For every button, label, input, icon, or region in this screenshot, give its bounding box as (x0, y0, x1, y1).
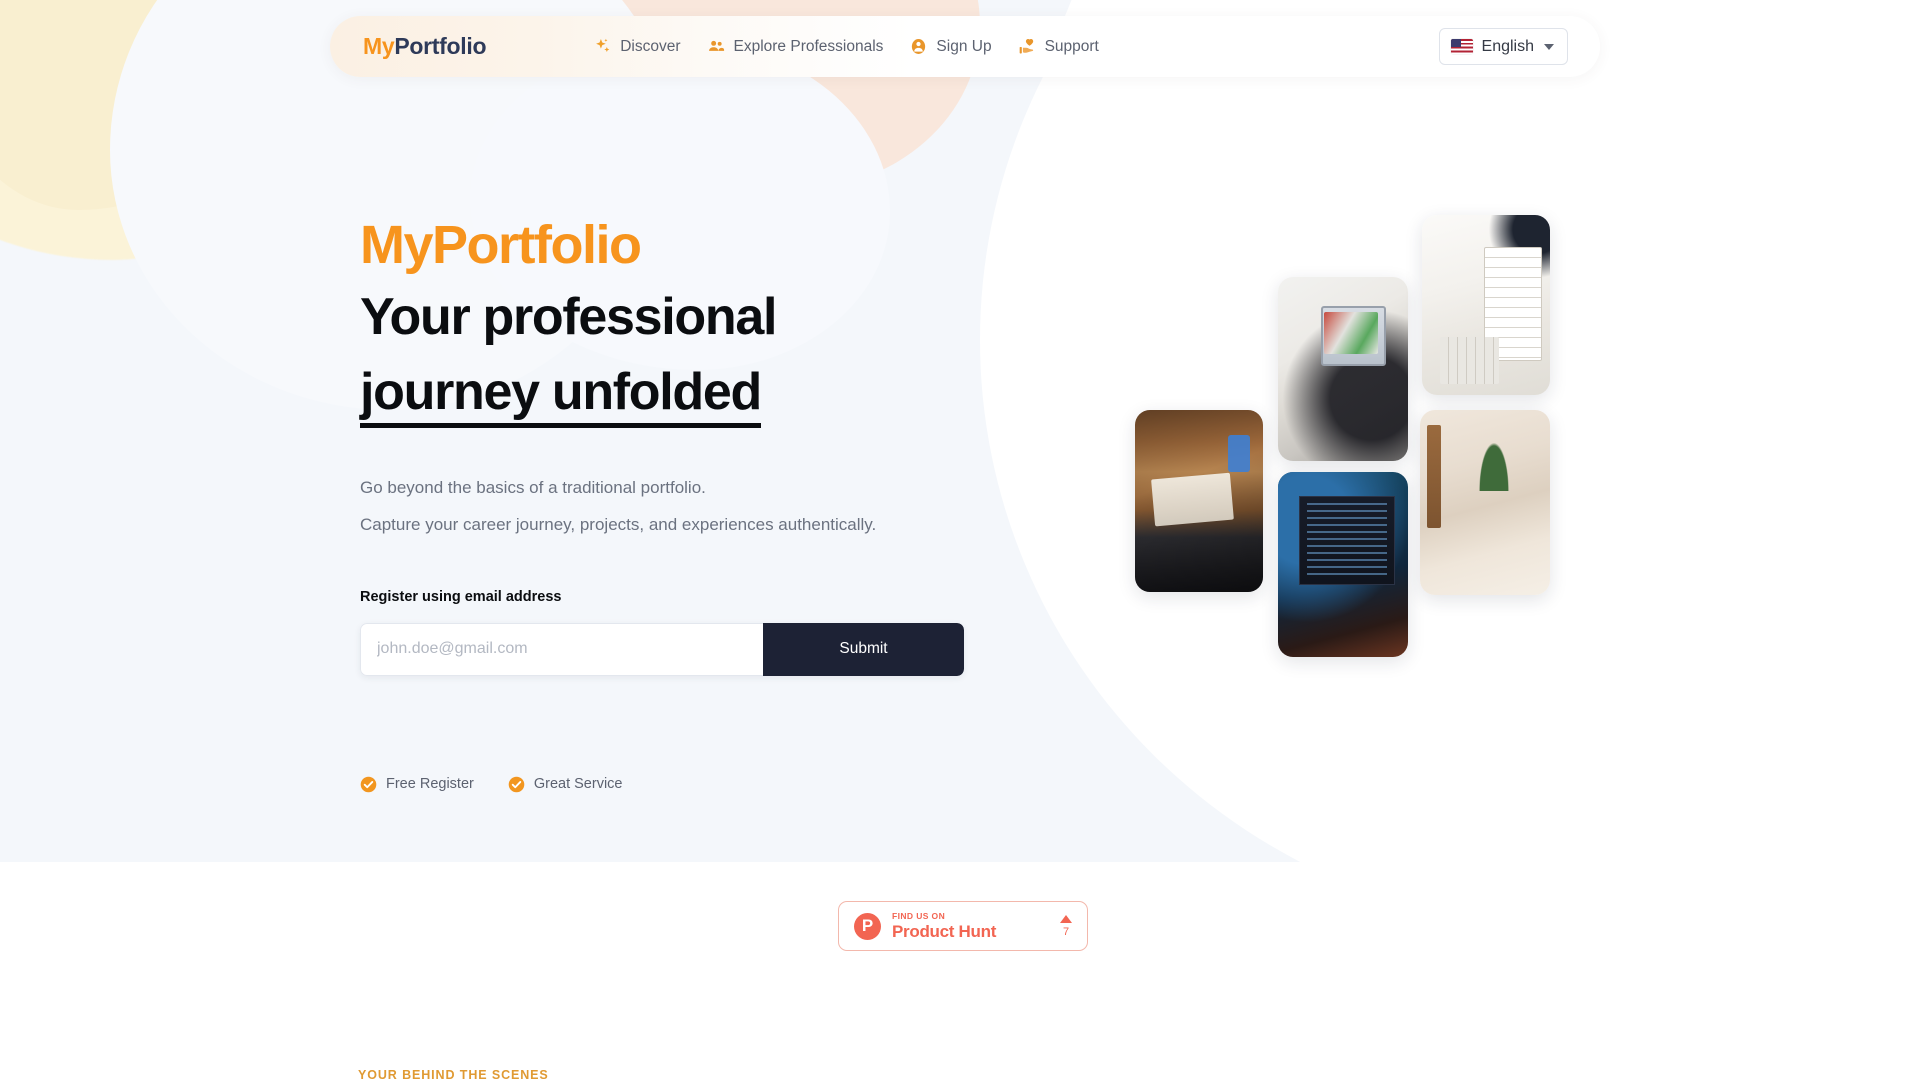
perk-great-service-label: Great Service (533, 776, 623, 793)
logo-suffix: Portfolio (394, 33, 487, 59)
nav-item-explore-professionals-label: Explore Professionals (733, 37, 884, 55)
nav-item-discover[interactable]: Discover (593, 37, 681, 56)
triangle-up-icon (1060, 914, 1072, 923)
product-hunt-kicker: FIND US ON (892, 910, 946, 921)
collage-photo-desk-writing (1135, 410, 1263, 592)
hero-content: MyPortfolio Your professional journey un… (360, 218, 1060, 793)
us-flag-icon (1450, 39, 1473, 54)
language-selector-label: English (1481, 37, 1534, 55)
collage-photo-code-editor (1278, 472, 1408, 657)
navbar: MyPortfolio Discover Explore Professiona… (330, 16, 1600, 77)
account-circle-icon (912, 39, 926, 54)
hero-headline-line-1: Your professional (360, 288, 777, 346)
product-hunt-logo-icon: P (854, 912, 881, 940)
nav-item-support-label: Support (1044, 37, 1099, 55)
nav-item-explore-professionals[interactable]: Explore Professionals (707, 37, 884, 56)
check-circle-icon (508, 776, 525, 792)
register-form-label: Register using email address (360, 588, 562, 605)
perk-free-register: Free Register (360, 776, 474, 793)
sparkle-icon (596, 38, 610, 53)
perk-great-service: Great Service (508, 776, 623, 793)
logo-prefix: My (363, 33, 395, 59)
hero-brand-heading: MyPortfolio (360, 215, 642, 275)
perks-list: Free Register Great Service (360, 776, 1060, 793)
collage-photo-notebook-writing (1422, 215, 1550, 395)
collage-photo-laptop-work (1278, 277, 1408, 461)
product-hunt-badge[interactable]: P FIND US ON Product Hunt 7 (838, 901, 1088, 951)
people-icon (708, 40, 724, 51)
logo[interactable]: MyPortfolio (363, 33, 487, 60)
chevron-down-icon (1544, 43, 1554, 50)
hand-heart-icon (1019, 38, 1033, 54)
nav-item-discover-label: Discover (620, 37, 681, 55)
language-selector[interactable]: English (1438, 28, 1568, 65)
check-circle-icon (360, 776, 377, 792)
hero-headline-line-2: journey unfolded (360, 366, 762, 428)
product-hunt-name: Product Hunt (892, 922, 997, 942)
hero-subtitle-line-2: Capture your career journey, projects, a… (360, 515, 877, 535)
nav-item-sign-up-label: Sign Up (936, 37, 992, 55)
product-hunt-upvote-count: 7 (1062, 925, 1070, 938)
register-form: Submit (360, 622, 964, 676)
perk-free-register-label: Free Register (386, 776, 474, 793)
nav-item-sign-up[interactable]: Sign Up (909, 37, 992, 56)
hero-subtitle-line-1: Go beyond the basics of a traditional po… (360, 478, 706, 497)
product-hunt-upvote[interactable]: 7 (1060, 914, 1072, 938)
nav-links: Discover Explore Professionals Sign Up S… (593, 37, 1099, 56)
email-input[interactable] (360, 622, 763, 676)
photo-collage (1120, 200, 1590, 680)
nav-item-support[interactable]: Support (1018, 37, 1099, 56)
product-hunt-text: FIND US ON Product Hunt (892, 912, 996, 941)
collage-photo-desk-plants (1420, 410, 1550, 595)
submit-button[interactable]: Submit (763, 622, 964, 676)
